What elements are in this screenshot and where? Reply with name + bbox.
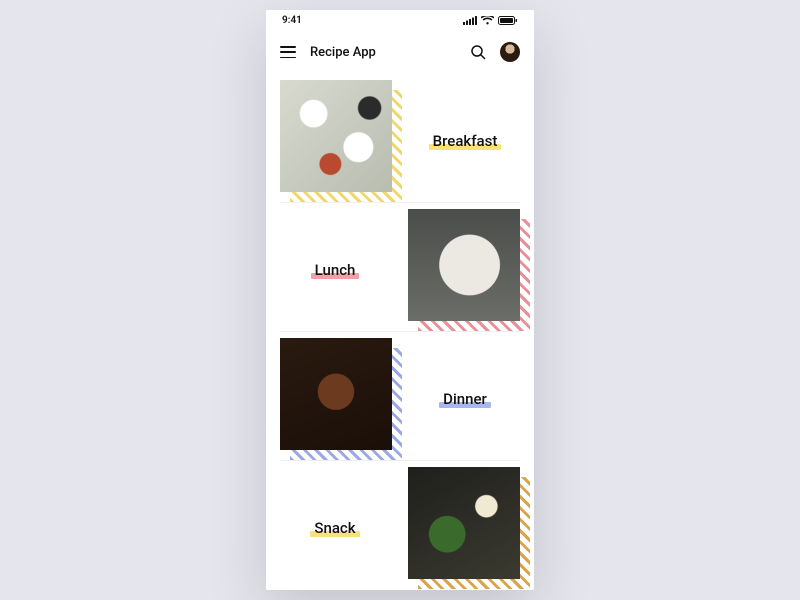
search-icon[interactable] [470,44,486,60]
app-bar: Recipe App [266,30,534,74]
category-breakfast[interactable]: Breakfast [280,74,520,203]
phone-frame: 9:41 Recipe App [266,10,534,590]
menu-icon[interactable] [280,46,296,58]
category-label: Lunch [280,261,390,279]
app-title: Recipe App [310,45,456,60]
category-image [280,338,392,450]
category-label: Snack [280,519,390,537]
category-list: Breakfast Lunch Dinner [266,74,534,589]
category-image [408,467,520,579]
category-snack[interactable]: Snack [280,461,520,589]
category-dinner[interactable]: Dinner [280,332,520,461]
wifi-icon [481,16,494,25]
status-indicators [463,16,518,25]
category-lunch[interactable]: Lunch [280,203,520,332]
category-image [408,209,520,321]
avatar[interactable] [500,42,520,62]
signal-icon [463,16,477,25]
status-time: 9:41 [282,15,302,26]
category-label: Dinner [410,390,520,408]
status-bar: 9:41 [266,10,534,30]
battery-icon [498,16,518,25]
category-label: Breakfast [410,132,520,150]
category-image [280,80,392,192]
